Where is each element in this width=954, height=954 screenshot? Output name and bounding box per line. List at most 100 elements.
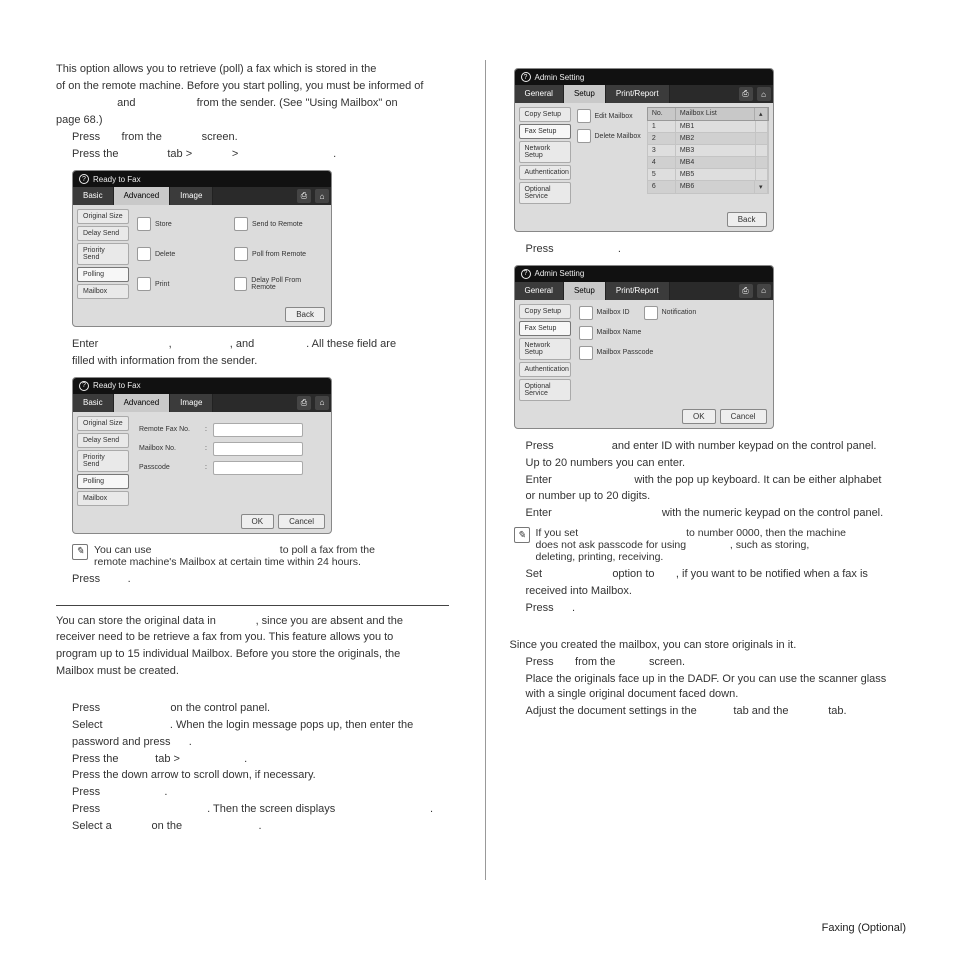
left-column: This option allows you to retrieve (poll… [56,60,461,880]
tab-image[interactable]: Image [170,394,213,412]
sidebar-polling[interactable]: Polling [77,267,129,282]
checkbox[interactable] [579,346,593,360]
sidebar-optional-service[interactable]: Optional Service [519,182,571,204]
step: Enter with the pop up keyboard. It can b… [510,473,903,488]
step: Press the down arrow to scroll down, if … [56,768,449,783]
table-row[interactable]: 4MB4 [647,157,769,169]
sidebar-original-size[interactable]: Original Size [77,209,129,224]
column-divider [485,60,486,880]
checkbox[interactable] [577,129,591,143]
save-icon[interactable]: ⎙ [739,284,753,298]
right-column: ?Admin Setting General Setup Print/Repor… [510,60,915,880]
save-icon[interactable]: ⎙ [297,189,311,203]
text: filled with information from the sender. [56,354,449,369]
tab-general[interactable]: General [515,282,564,300]
sidebar-priority-send[interactable]: Priority Send [77,450,129,472]
tab-advanced[interactable]: Advanced [114,394,171,412]
sidebar-delay-send[interactable]: Delay Send [77,226,129,241]
step: Enter with the numeric keypad on the con… [510,506,903,521]
tab-basic[interactable]: Basic [73,187,114,205]
table-row[interactable]: 5MB5 [647,169,769,181]
text: and from the sender. (See "Using Mailbox… [56,96,449,111]
mailbox-no-input[interactable] [213,442,303,456]
sidebar-copy-setup[interactable]: Copy Setup [519,304,571,319]
checkbox[interactable] [644,306,658,320]
sidebar-copy-setup[interactable]: Copy Setup [519,107,571,122]
tab-advanced[interactable]: Advanced [114,187,171,205]
sidebar-mailbox[interactable]: Mailbox [77,284,129,299]
save-icon[interactable]: ⎙ [297,396,311,410]
sidebar-polling[interactable]: Polling [77,474,129,489]
scroll-down-icon[interactable]: ▾ [755,181,768,193]
sidebar-authentication[interactable]: Authentication [519,362,571,377]
home-icon[interactable]: ⌂ [757,284,771,298]
home-icon[interactable]: ⌂ [315,396,329,410]
tab-image[interactable]: Image [170,187,213,205]
table-row[interactable]: 3MB3 [647,145,769,157]
page-footer: Faxing (Optional) [822,922,906,934]
tab-print-report[interactable]: Print/Report [606,282,670,300]
step: Press on the control panel. [56,701,449,716]
window-title: Ready to Fax [93,175,141,184]
table-row[interactable]: 1MB1 [647,121,769,133]
ok-button[interactable]: OK [241,514,275,529]
sidebar-network-setup[interactable]: Network Setup [519,141,571,163]
step: Adjust the document settings in the tab … [510,704,903,719]
back-button[interactable]: Back [285,307,325,322]
window-title: Admin Setting [535,269,585,278]
section-divider [56,605,449,606]
tab-setup[interactable]: Setup [564,85,606,103]
tab-setup[interactable]: Setup [564,282,606,300]
text: received into Mailbox. [510,584,903,599]
tabs: Basic Advanced Image ⎙ ⌂ [73,187,331,205]
cancel-button[interactable]: Cancel [720,409,767,424]
sidebar-fax-setup[interactable]: Fax Setup [519,124,571,139]
home-icon[interactable]: ⌂ [315,189,329,203]
text: Since you created the mailbox, you can s… [510,638,903,653]
note-icon: ✎ [514,527,530,543]
text: You can store the original data in , sin… [56,614,449,629]
text: Mailbox must be created. [56,664,449,679]
home-icon[interactable]: ⌂ [757,87,771,101]
step: Press . [510,601,903,616]
checkbox[interactable] [137,247,151,261]
remote-fax-no-input[interactable] [213,423,303,437]
sidebar-network-setup[interactable]: Network Setup [519,338,571,360]
passcode-input[interactable] [213,461,303,475]
mailbox-table: No.Mailbox List▴ 1MB1 2MB2 3MB3 4MB4 5MB… [647,107,769,204]
step: Select a on the . [56,819,449,834]
sidebar-priority-send[interactable]: Priority Send [77,243,129,265]
step: Press from the screen. [510,655,903,670]
checkbox[interactable] [137,217,151,231]
note: ✎ If you set to number 0000, then the ma… [514,527,903,563]
tab-general[interactable]: General [515,85,564,103]
sidebar-fax-setup[interactable]: Fax Setup [519,321,571,336]
table-row[interactable]: 6MB6▾ [647,181,769,194]
tab-print-report[interactable]: Print/Report [606,85,670,103]
back-button[interactable]: Back [727,212,767,227]
step: Press and enter ID with number keypad on… [510,439,903,454]
step: Place the originals face up in the DADF.… [510,672,903,702]
checkbox[interactable] [579,306,593,320]
save-icon[interactable]: ⎙ [739,87,753,101]
tab-basic[interactable]: Basic [73,394,114,412]
text: of on the remote machine. Before you sta… [56,79,449,94]
checkbox[interactable] [137,277,151,291]
sidebar-mailbox[interactable]: Mailbox [77,491,129,506]
sidebar-delay-send[interactable]: Delay Send [77,433,129,448]
checkbox[interactable] [579,326,593,340]
sidebar-optional-service[interactable]: Optional Service [519,379,571,401]
checkbox[interactable] [234,277,247,291]
checkbox[interactable] [577,109,591,123]
ok-button[interactable]: OK [682,409,716,424]
sidebar-original-size[interactable]: Original Size [77,416,129,431]
cancel-button[interactable]: Cancel [278,514,325,529]
scroll-up-icon[interactable]: ▴ [755,108,768,120]
checkbox[interactable] [234,217,248,231]
checkbox[interactable] [234,247,248,261]
table-row[interactable]: 2MB2 [647,133,769,145]
step: Select . When the login message pops up,… [56,718,449,733]
text: program up to 15 individual Mailbox. Bef… [56,647,449,662]
sidebar-authentication[interactable]: Authentication [519,165,571,180]
text: Up to 20 numbers you can enter. [510,456,903,471]
